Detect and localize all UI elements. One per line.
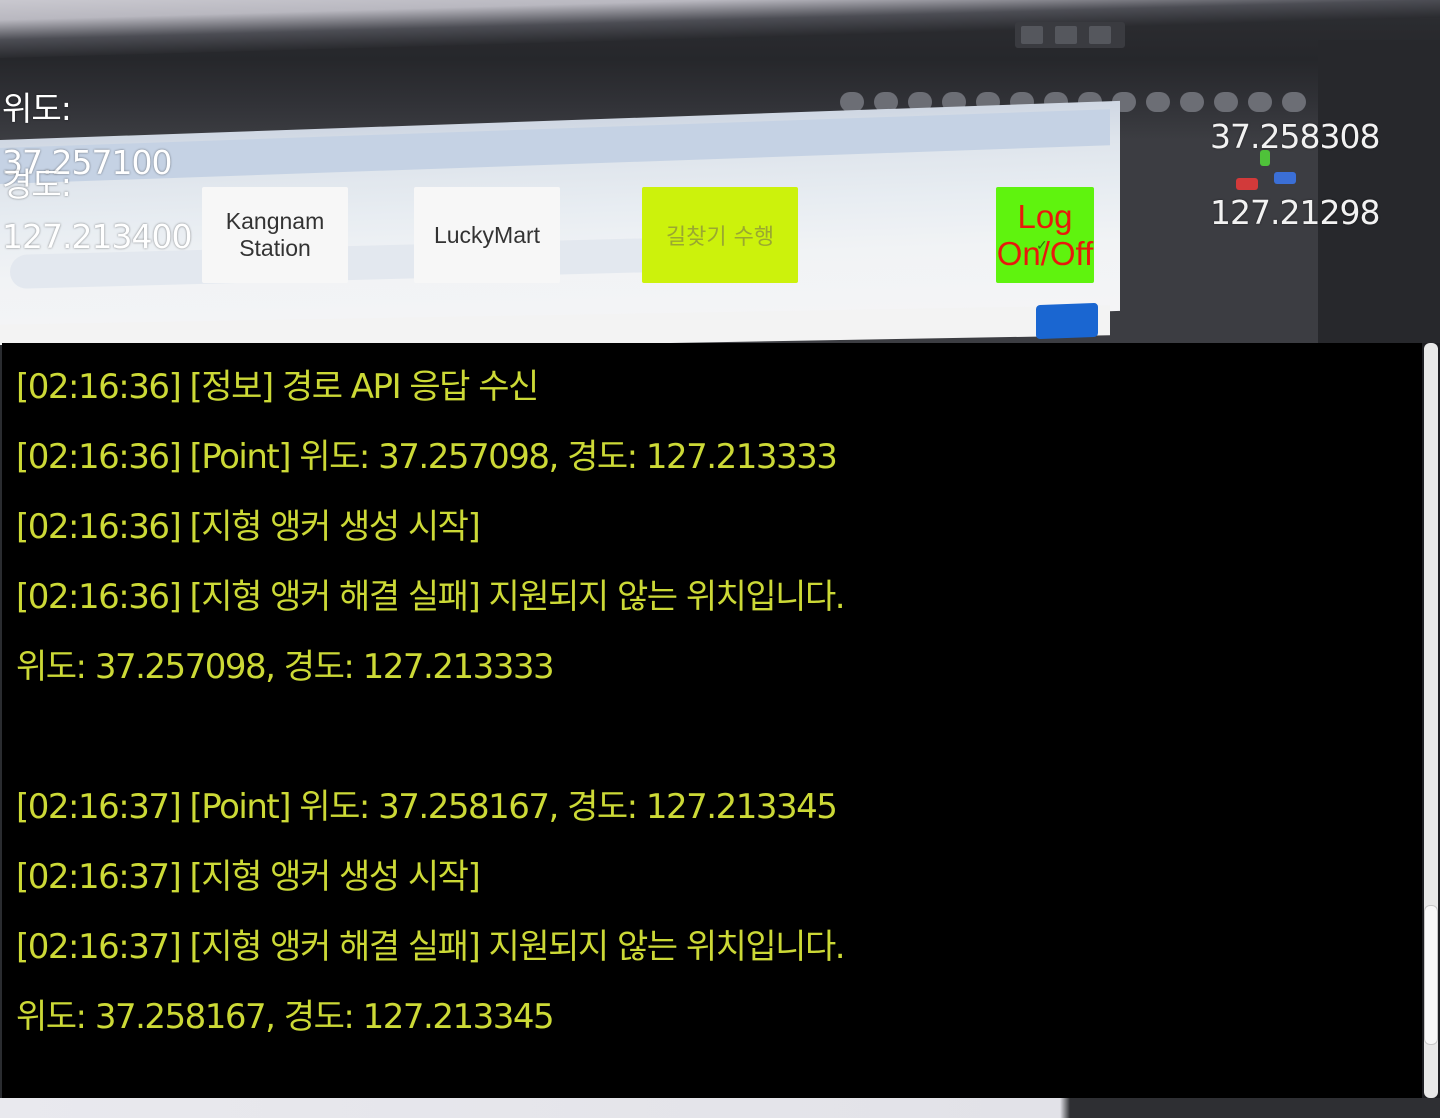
log-scrollbar-thumb[interactable] [1424,905,1438,1045]
log-line: 위도: 37.258167, 경도: 127.213345 [16,997,555,1037]
log-toggle-button[interactable]: Log On/Off ✓ [996,187,1094,283]
camera-monitor-bezel [0,0,1440,58]
checkmark-icon: ✓ [1036,237,1048,253]
log-line: [02:16:36] [Point] 위도: 37.257098, 경도: 12… [16,437,838,477]
kangnam-station-button[interactable]: Kangnam Station [202,187,348,283]
log-line: [02:16:36] [지형 앵커 해결 실패] 지원되지 않는 위치입니다. [16,577,846,617]
log-line: 위도: 37.257098, 경도: 127.213333 [16,647,555,687]
left-latitude-label: 위도: [2,89,72,128]
log-panel[interactable]: [02:16:36] [정보] 경로 API 응답 수신 [02:16:36] … [2,343,1424,1098]
find-route-button[interactable]: 길찾기 수행 [642,187,798,283]
log-line: [02:16:37] [지형 앵커 생성 시작] [16,857,481,897]
left-longitude-label: 경도: [2,165,72,204]
left-longitude-value: 127.213400 [2,217,192,256]
log-line: [02:16:36] [정보] 경로 API 응답 수신 [16,367,539,407]
camera-editor-playbar [1015,22,1125,48]
luckymart-button[interactable]: LuckyMart [414,187,560,283]
log-line: [02:16:37] [지형 앵커 해결 실패] 지원되지 않는 위치입니다. [16,927,846,967]
camera-browser-blue-button [1036,302,1098,340]
right-latitude-value: 37.258308 [1210,117,1380,156]
camera-bottom-strip [0,1098,1440,1118]
luckymart-button-label: LuckyMart [433,221,541,248]
find-route-button-label: 길찾기 수행 [665,225,775,250]
kangnam-station-button-label: Kangnam Station [225,208,325,261]
right-longitude-value: 127.21298 [1210,193,1380,232]
log-line: [02:16:36] [지형 앵커 생성 시작] [16,507,481,547]
camera-feed-background [0,0,1440,345]
log-line: [02:16:37] [Point] 위도: 37.258167, 경도: 12… [16,787,838,827]
